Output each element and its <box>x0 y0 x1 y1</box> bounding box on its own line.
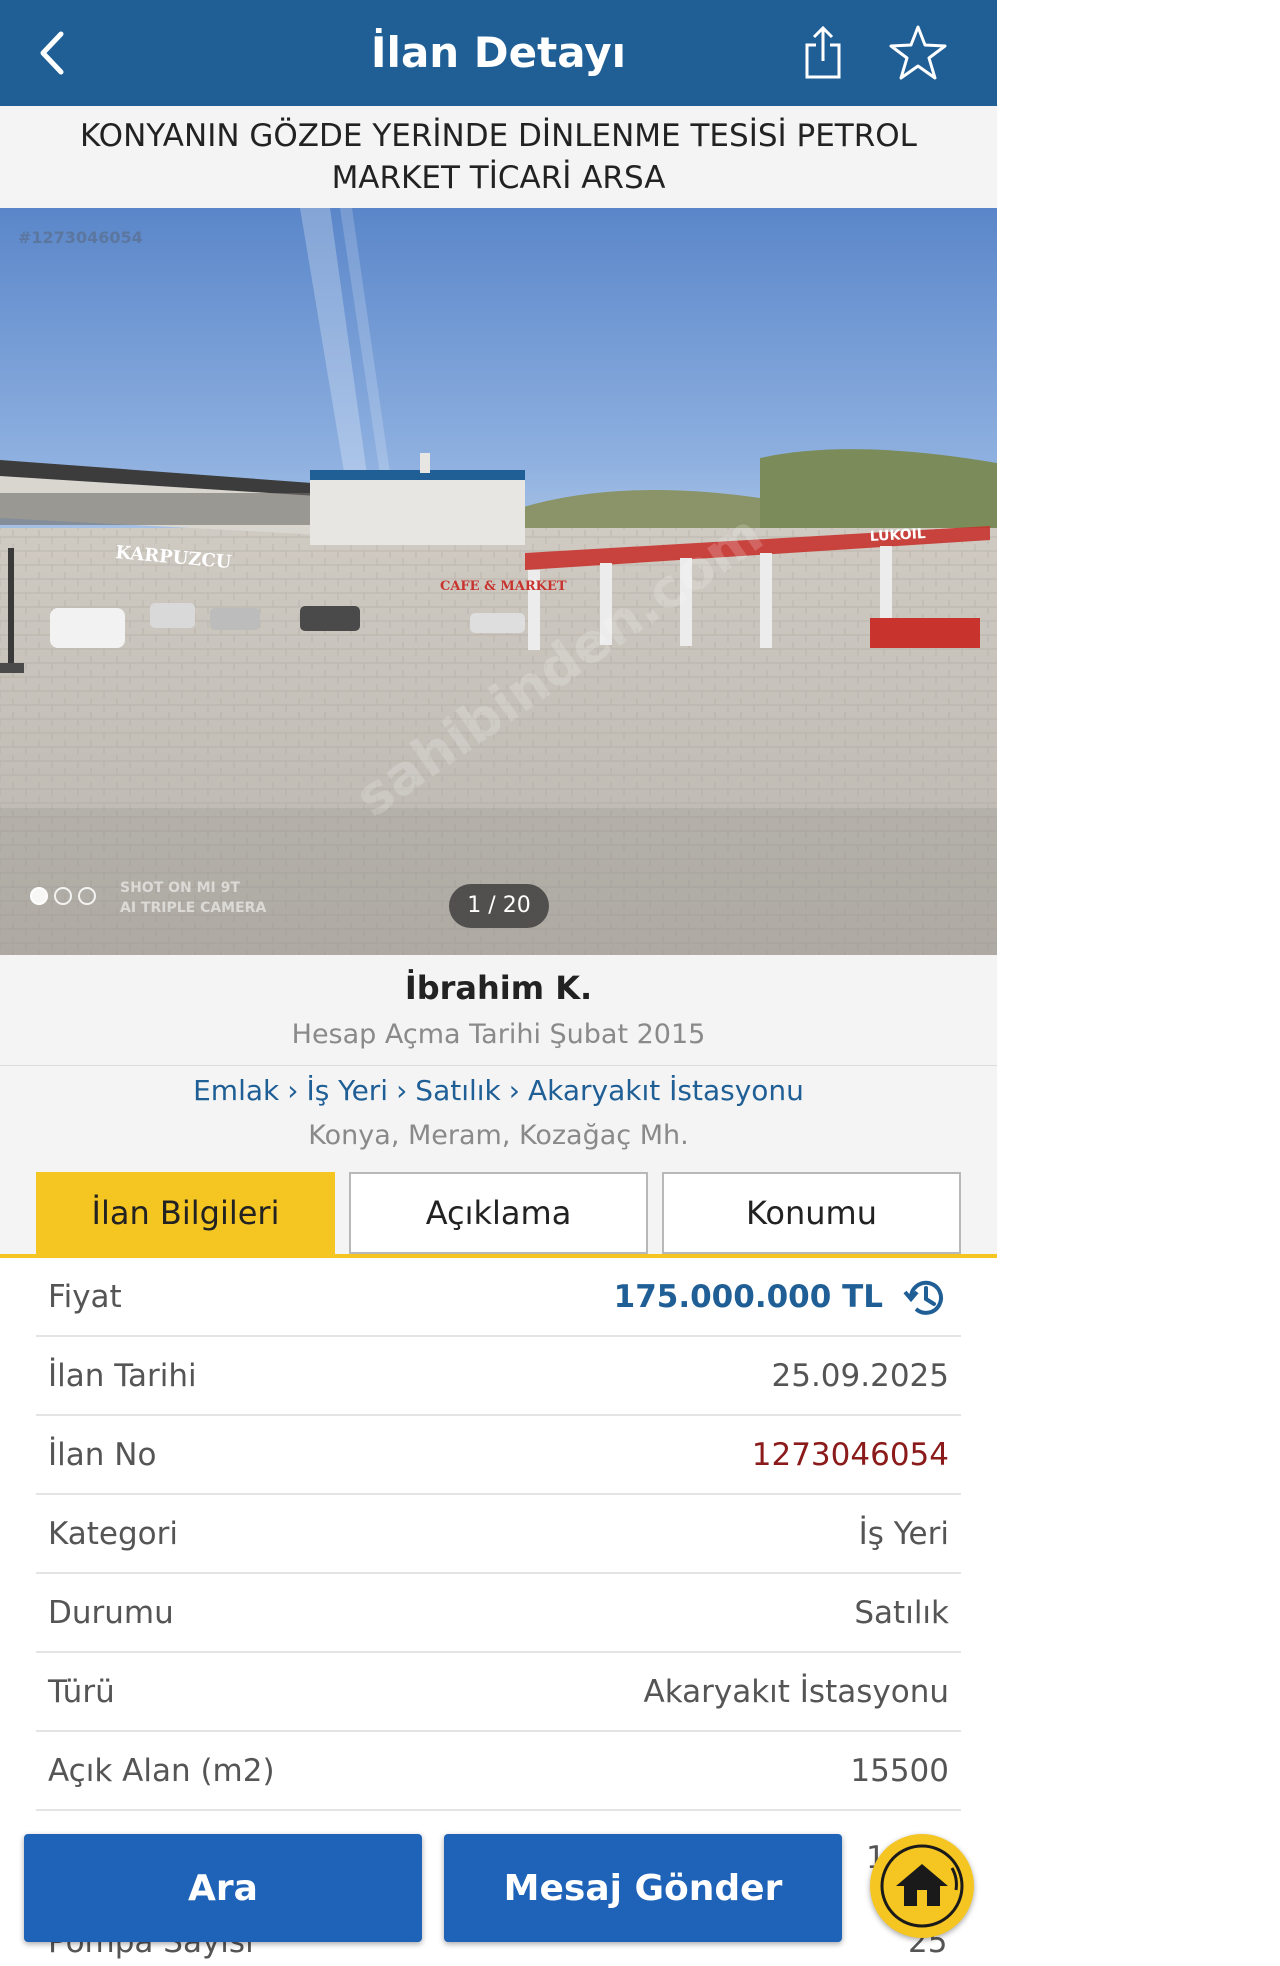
tab-konumu[interactable]: Konumu <box>662 1172 961 1254</box>
detail-value: 15500 <box>850 1753 949 1789</box>
back-button[interactable] <box>22 20 82 86</box>
category-section: Emlak › İş Yeri › Satılık › Akaryakıt İstasyon… <box>0 1066 997 1166</box>
market-sign-text: CAFE & MARKET <box>440 579 567 594</box>
detail-value: İş Yeri <box>858 1516 949 1552</box>
listing-photo: KARPUZCU CAFE & MARKET LUKOIL sahibinden… <box>0 208 997 955</box>
call-button[interactable]: Ara <box>24 1834 422 1942</box>
breadcrumb-separator: › <box>508 1074 520 1107</box>
price-history-icon[interactable] <box>903 1275 949 1321</box>
chevron-left-icon <box>40 31 64 75</box>
home-button[interactable] <box>870 1834 974 1938</box>
detail-value: Satılık <box>854 1595 949 1631</box>
detail-row-open-area: Açık Alan (m2) 15500 <box>36 1732 961 1811</box>
breadcrumb-item-emlak[interactable]: Emlak <box>193 1074 279 1107</box>
detail-label: İlan No <box>48 1437 157 1473</box>
photo-dot <box>54 887 72 905</box>
detail-label: Fiyat <box>48 1279 122 1315</box>
detail-value-listing-no: 1273046054 <box>751 1437 949 1473</box>
detail-value: Akaryakıt İstasyonu <box>643 1674 949 1710</box>
detail-row-price: Fiyat 175.000.000 TL <box>36 1258 961 1337</box>
detail-label: Kategori <box>48 1516 179 1552</box>
seller-member-since: Hesap Açma Tarihi Şubat 2015 <box>291 1019 706 1050</box>
breadcrumb-separator: › <box>396 1074 408 1107</box>
camera-watermark-line: SHOT ON MI 9T <box>120 880 240 896</box>
photo-id-overlay: #1273046054 <box>18 228 143 247</box>
breadcrumb-item-satilik[interactable]: Satılık <box>415 1074 500 1107</box>
detail-row-status: Durumu Satılık <box>36 1574 961 1653</box>
detail-row-date: İlan Tarihi 25.09.2025 <box>36 1337 961 1416</box>
breadcrumb-item-is-yeri[interactable]: İş Yeri <box>306 1074 388 1107</box>
detail-label: Türü <box>48 1674 115 1710</box>
camera-watermark: SHOT ON MI 9T AI TRIPLE CAMERA <box>120 878 266 918</box>
detail-row-category: Kategori İş Yeri <box>36 1495 961 1574</box>
breadcrumb: Emlak › İş Yeri › Satılık › Akaryakıt İstasyon… <box>0 1074 997 1107</box>
detail-row-listing-no: İlan No 1273046054 <box>36 1416 961 1495</box>
photo-dot <box>78 887 96 905</box>
photo-gallery[interactable]: KARPUZCU CAFE & MARKET LUKOIL sahibinden… <box>0 208 997 955</box>
top-navigation-bar: İlan Detayı <box>0 0 997 106</box>
listing-details-table: Fiyat 175.000.000 TL İlan Tarihi 25.09.2… <box>36 1258 961 1811</box>
favorite-button[interactable] <box>884 20 952 86</box>
photo-dots <box>30 887 96 905</box>
detail-tabs: İlan Bilgileri Açıklama Konumu <box>0 1166 997 1254</box>
share-icon <box>805 25 841 79</box>
detail-label: Durumu <box>48 1595 174 1631</box>
share-button[interactable] <box>795 22 851 84</box>
listing-title: KONYANIN GÖZDE YERİNDE DİNLENME TESİSİ P… <box>0 106 997 208</box>
station-sign-text: LUKOIL <box>869 526 926 545</box>
detail-label: İlan Tarihi <box>48 1358 197 1394</box>
photo-counter: 1 / 20 <box>449 884 549 928</box>
location-text: Konya, Meram, Kozağaç Mh. <box>308 1120 689 1151</box>
breadcrumb-separator: › <box>287 1074 299 1107</box>
tab-aciklama[interactable]: Açıklama <box>349 1172 648 1254</box>
star-icon <box>889 25 947 80</box>
camera-watermark-line: AI TRIPLE CAMERA <box>120 900 267 916</box>
send-message-button[interactable]: Mesaj Gönder <box>444 1834 842 1942</box>
breadcrumb-item-akaryakit[interactable]: Akaryakıt İstasyonu <box>528 1074 804 1107</box>
seller-name: İbrahim K. <box>404 969 593 1007</box>
home-icon <box>880 1844 964 1928</box>
detail-value-price: 175.000.000 TL <box>613 1279 883 1315</box>
tab-ilan-bilgileri[interactable]: İlan Bilgileri <box>36 1172 335 1254</box>
detail-value: 25.09.2025 <box>771 1358 950 1394</box>
seller-info[interactable]: İbrahim K. Hesap Açma Tarihi Şubat 2015 <box>0 955 997 1066</box>
listing-detail-screen: İlan Detayı KONYANIN GÖZDE YERİNDE DİNLE… <box>0 0 997 1966</box>
detail-label: Açık Alan (m2) <box>48 1753 275 1789</box>
detail-row-type: Türü Akaryakıt İstasyonu <box>36 1653 961 1732</box>
photo-dot <box>30 887 48 905</box>
